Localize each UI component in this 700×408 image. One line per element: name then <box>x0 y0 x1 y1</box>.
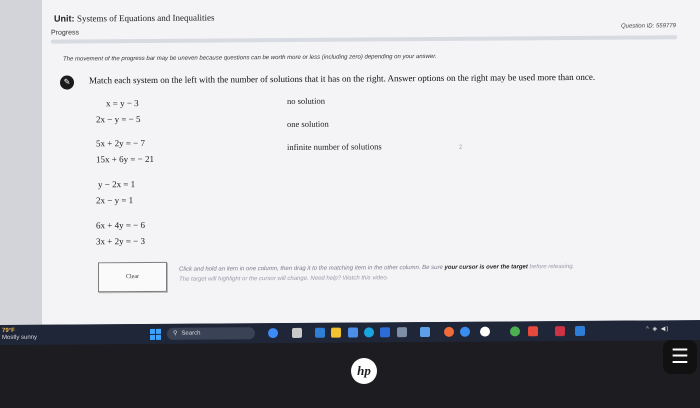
hp-logo: hp <box>351 358 377 384</box>
system-2-equation-1: 5x + 2y = − 7 <box>96 137 145 149</box>
hint-text-1: Click and hold an item in one column, th… <box>179 264 443 273</box>
system-4[interactable]: 6x + 4y = − 6 3x + 2y = − 3 <box>96 216 216 249</box>
system-4-equation-2: 3x + 2y = − 3 <box>96 235 145 247</box>
clear-button[interactable]: Clear <box>98 261 167 293</box>
answer-no-solution[interactable]: no solution <box>287 96 325 106</box>
system-1-equation-1: x = y − 3 <box>106 98 139 109</box>
progress-note: The movement of the progress bar may be … <box>63 53 437 63</box>
weather-desc: Mostly sunny <box>2 334 38 341</box>
browser-icon[interactable] <box>364 327 374 338</box>
app-icon-4[interactable] <box>460 326 470 337</box>
system-tray[interactable]: ^ ◈ ◀) <box>646 325 669 332</box>
system-3[interactable]: y − 2x = 1 2x − y = 1 <box>96 175 216 208</box>
assignment-page: Unit: Systems of Equations and Inequalit… <box>42 0 700 325</box>
captions-icon[interactable]: ☰ <box>663 340 697 374</box>
system-1[interactable]: x = y − 3 2x − y = − 5 <box>96 94 216 127</box>
left-margin <box>0 0 42 325</box>
answer-one-solution[interactable]: one solution <box>287 119 329 129</box>
app-icon-5[interactable] <box>480 326 490 337</box>
app-icon-1[interactable] <box>397 327 407 338</box>
unit-label: Unit: <box>54 13 75 24</box>
system-2-equation-2: 15x + 6y = − 21 <box>96 153 154 165</box>
app-icon-6[interactable] <box>528 326 538 337</box>
unit-title: Unit: Systems of Equations and Inequalit… <box>54 13 215 24</box>
store-icon[interactable] <box>348 327 358 338</box>
drag-instructions: Click and hold an item in one column, th… <box>179 261 679 284</box>
app-icon-3[interactable] <box>444 326 454 337</box>
hint-emphasis: your cursor is over the target <box>444 264 528 271</box>
app-icon-7[interactable] <box>555 326 565 337</box>
chrome-icon[interactable] <box>510 326 520 337</box>
weather-temp: 79°F <box>2 327 15 334</box>
task-view-icon[interactable] <box>292 327 302 338</box>
file-explorer-icon[interactable] <box>331 327 341 338</box>
taskbar-search[interactable]: ⚲ Search <box>167 327 255 340</box>
search-icon: ⚲ <box>173 330 178 337</box>
system-4-equation-1: 6x + 4y = − 6 <box>96 219 145 231</box>
system-3-equation-1: y − 2x = 1 <box>98 179 136 190</box>
stray-mark: 2 <box>459 144 463 151</box>
question-id: Question ID: 559779 <box>620 23 676 30</box>
windows-taskbar: 79°F Mostly sunny ⚲ Search ^ ◈ ◀) <box>0 320 700 345</box>
weather-widget[interactable]: 79°F Mostly sunny <box>2 328 37 342</box>
hint-text-1-end: before releasing. <box>529 263 575 271</box>
search-label: Search <box>181 330 201 337</box>
edge-icon[interactable] <box>315 327 325 338</box>
system-3-equation-2: 2x − y = 1 <box>96 195 134 206</box>
progress-bar <box>51 35 677 44</box>
start-button[interactable] <box>150 328 161 340</box>
app-icon-8[interactable] <box>575 325 585 336</box>
system-2[interactable]: 5x + 2y = − 7 15x + 6y = − 21 <box>96 134 216 167</box>
question-instruction: Match each system on the left with the n… <box>89 71 596 86</box>
app-icon-2[interactable] <box>420 326 430 338</box>
browser-screen: Unit: Systems of Equations and Inequalit… <box>0 0 700 325</box>
copilot-icon[interactable] <box>268 328 278 339</box>
progress-label: Progress <box>51 29 80 37</box>
system-1-equation-2: 2x − y = − 5 <box>96 114 141 125</box>
pencil-icon: ✎ <box>60 75 74 90</box>
answer-infinite-solutions[interactable]: infinite number of solutions <box>287 141 382 152</box>
unit-name: Systems of Equations and Inequalities <box>77 12 215 24</box>
mail-icon[interactable] <box>380 327 390 338</box>
hint-text-2[interactable]: The target will highlight or the cursor … <box>179 275 388 282</box>
